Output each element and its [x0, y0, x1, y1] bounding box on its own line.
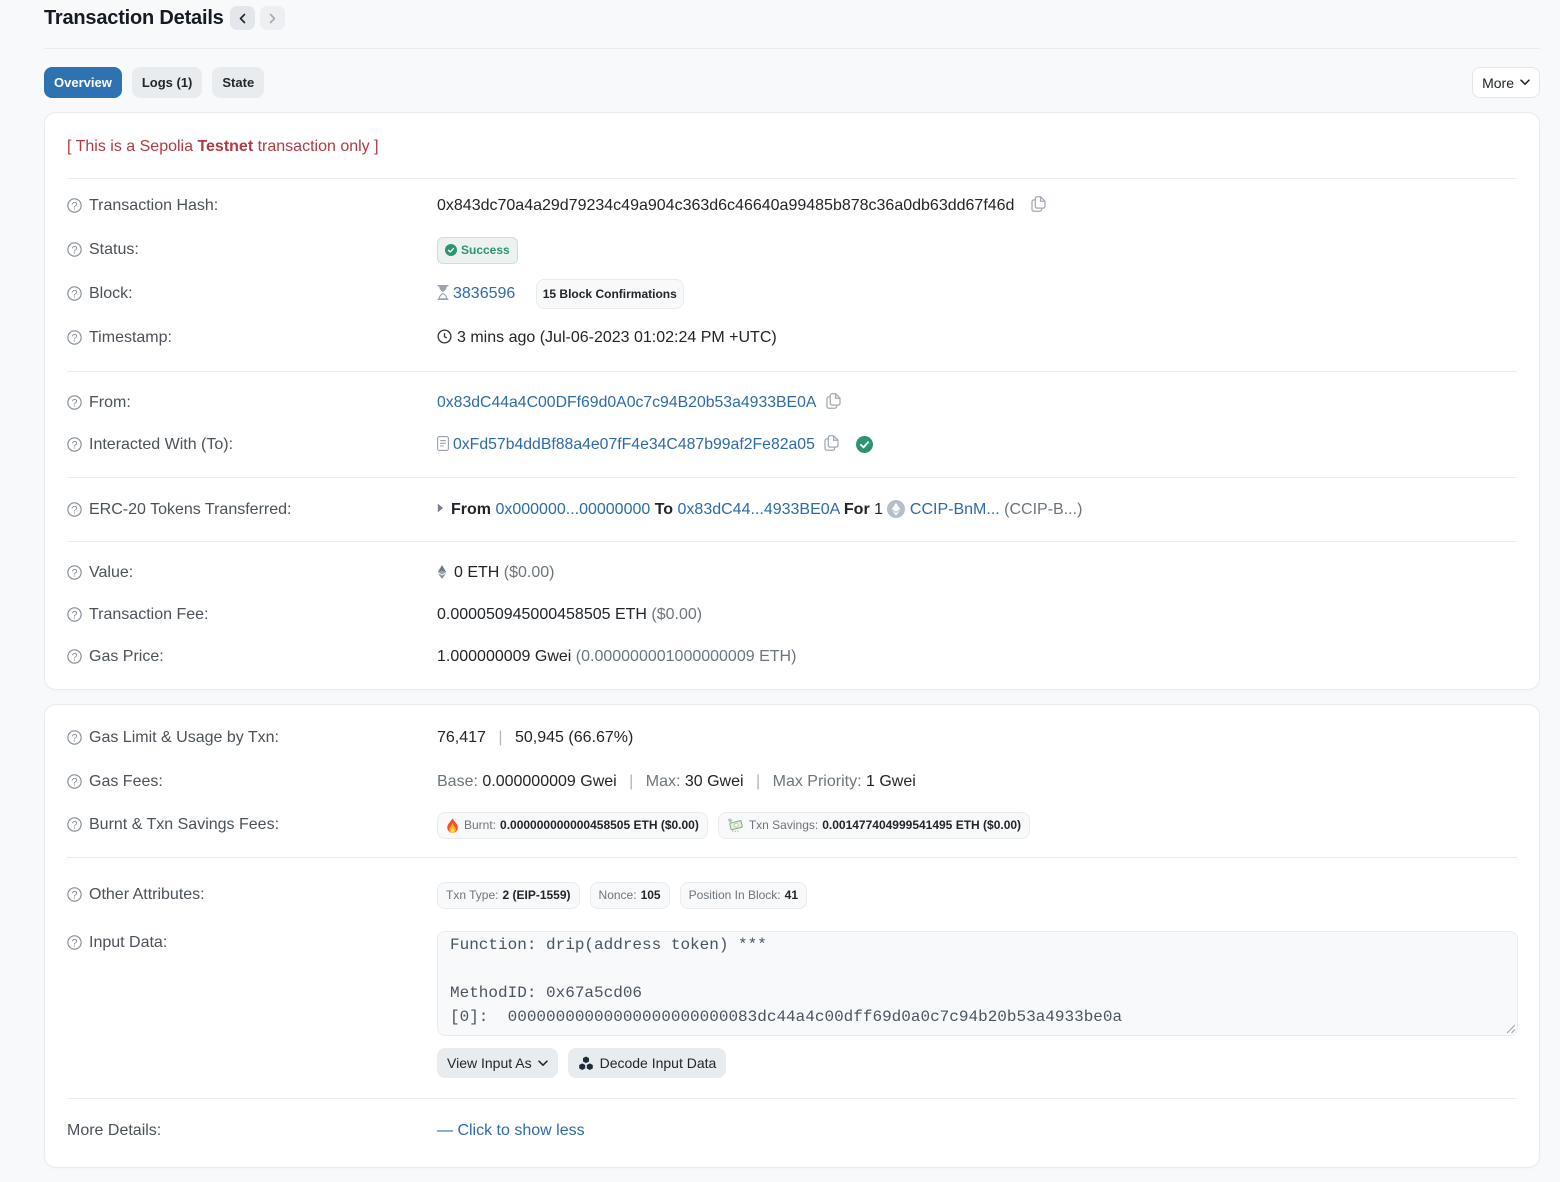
- svg-text:?: ?: [72, 567, 78, 579]
- svg-text:?: ?: [72, 937, 78, 949]
- svg-text:?: ?: [72, 776, 78, 788]
- svg-text:?: ?: [72, 332, 78, 344]
- svg-text:?: ?: [72, 200, 78, 212]
- svg-text:?: ?: [72, 439, 78, 451]
- svg-text:?: ?: [72, 651, 78, 663]
- svg-text:?: ?: [72, 504, 78, 516]
- svg-text:?: ?: [72, 397, 78, 409]
- svg-text:?: ?: [72, 609, 78, 621]
- svg-text:?: ?: [72, 819, 78, 831]
- svg-text:?: ?: [72, 244, 78, 256]
- svg-text:?: ?: [72, 732, 78, 744]
- svg-text:?: ?: [72, 288, 78, 300]
- svg-text:?: ?: [72, 889, 78, 901]
